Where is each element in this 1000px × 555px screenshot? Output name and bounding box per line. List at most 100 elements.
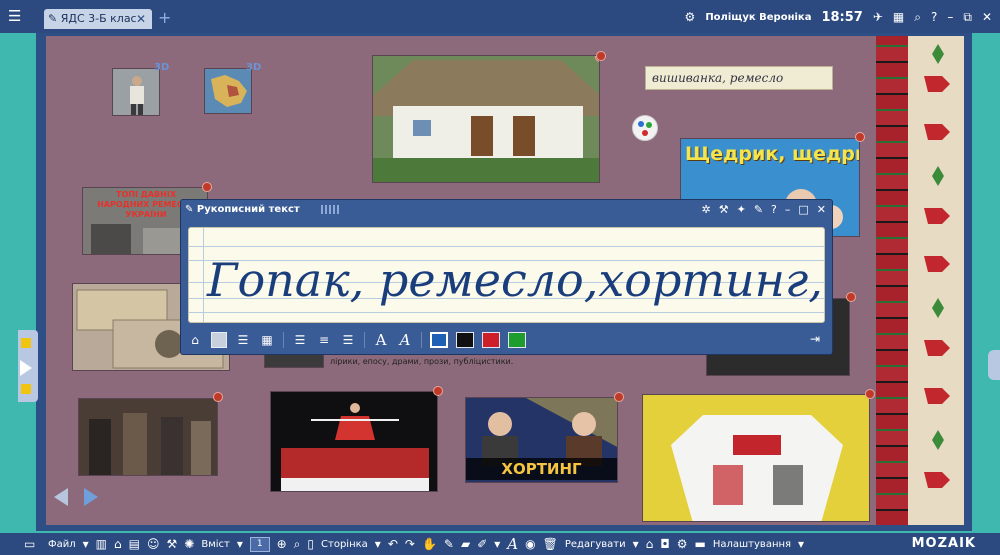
close-icon[interactable]: ✕: [136, 9, 146, 29]
settings-icon[interactable]: ⚙: [685, 10, 696, 24]
brush-icon[interactable]: ✐: [477, 537, 487, 551]
image-vyshyvanka[interactable]: [642, 394, 870, 522]
page-number[interactable]: 1: [249, 536, 270, 552]
display-icon[interactable]: ▬: [695, 537, 706, 551]
tag-text: вишиванка, ремесло: [652, 71, 784, 85]
close-icon[interactable]: ✕: [817, 202, 826, 218]
handwriting-window[interactable]: ✎ Рукописний текст ✲ ⚒ ✦ ✎ ? – □ ✕ Гопак…: [180, 199, 833, 355]
layout-icon[interactable]: ▥: [96, 537, 107, 551]
bottom-toolbar: ▭ Файл ▾ ▥ ⌂ ▤ ☺ ⚒ ✺ Вміст ▾ 1 ⊕ ⌕ ▯ Сто…: [0, 533, 1000, 555]
home-icon[interactable]: ⌂: [187, 332, 203, 348]
play-icon[interactable]: [855, 132, 865, 142]
image-cottage[interactable]: [372, 55, 600, 183]
image-mummers[interactable]: [78, 398, 218, 476]
help-icon[interactable]: ?: [931, 10, 937, 24]
redo-icon[interactable]: ↷: [405, 537, 415, 551]
palette-icon[interactable]: [632, 115, 658, 141]
blank-paper-icon[interactable]: [211, 332, 227, 348]
image-hopak-dance[interactable]: [270, 391, 438, 492]
minimize-icon[interactable]: –: [785, 202, 791, 218]
edit-menu[interactable]: Редагувати: [565, 539, 626, 550]
eraser-icon[interactable]: ▰: [461, 537, 470, 551]
pencil-icon: ✎: [48, 12, 58, 25]
hat-icon[interactable]: ⌂: [114, 537, 122, 551]
embroidery-border: [876, 36, 964, 525]
recognize-icon[interactable]: ✲: [702, 202, 711, 218]
grid-paper-icon[interactable]: ▦: [259, 332, 275, 348]
play-icon[interactable]: [846, 292, 856, 302]
maximize-icon[interactable]: □: [798, 202, 808, 218]
font-regular-icon[interactable]: A: [373, 332, 389, 348]
home-settings-icon[interactable]: ⌂: [646, 537, 654, 551]
hand-icon[interactable]: ✋: [422, 537, 437, 551]
thumb-3d-cossack[interactable]: [112, 68, 160, 116]
help-icon[interactable]: ?: [771, 202, 777, 218]
drag-handle[interactable]: [321, 205, 339, 214]
color-swatch-green[interactable]: [508, 332, 526, 348]
thumb-3d-map[interactable]: [204, 68, 252, 114]
content-menu[interactable]: Вміст: [201, 539, 230, 550]
restore-icon[interactable]: ⧉: [963, 10, 972, 25]
close-window-icon[interactable]: ✕: [982, 10, 992, 24]
dancers-image: [271, 392, 437, 491]
search-icon[interactable]: ⌕: [914, 10, 921, 25]
image-hortyng[interactable]: ХОРТИНГ: [465, 397, 618, 483]
tab-active[interactable]: ✎ ЯДС 3-Б клас ✕: [44, 9, 152, 29]
right-panel-handle[interactable]: [988, 350, 1000, 380]
play-icon[interactable]: [202, 182, 212, 192]
play-icon[interactable]: [433, 386, 443, 396]
camera-icon[interactable]: ◘: [660, 537, 670, 551]
undo-icon[interactable]: ↶: [388, 537, 398, 551]
add-page-icon[interactable]: ⊕: [277, 537, 287, 551]
dropdown-arrow-icon[interactable]: ▾: [237, 537, 243, 551]
play-icon[interactable]: [596, 51, 606, 61]
dropdown-arrow-icon[interactable]: ▾: [375, 537, 381, 551]
color-swatch-blue[interactable]: [430, 332, 448, 348]
trash-icon[interactable]: 🗑: [543, 537, 558, 551]
dropdown-arrow-icon[interactable]: ▾: [798, 537, 804, 551]
insert-to-board-icon[interactable]: ⇥: [806, 331, 824, 347]
gear-icon[interactable]: ⚙: [677, 537, 688, 551]
color-swatch-red[interactable]: [482, 332, 500, 348]
user-name[interactable]: Поліщук Вероніка: [705, 12, 811, 23]
record-icon[interactable]: ◉: [525, 537, 535, 551]
dropdown-arrow-icon[interactable]: ▾: [83, 537, 89, 551]
play-icon[interactable]: [614, 392, 624, 402]
color-swatch-black[interactable]: [456, 332, 474, 348]
play-icon[interactable]: [213, 392, 223, 402]
pen-icon[interactable]: ✎: [444, 537, 454, 551]
font-italic-icon[interactable]: A: [397, 332, 413, 348]
tools-icon[interactable]: ⚒: [719, 202, 729, 218]
pin-icon[interactable]: ✈: [873, 10, 883, 24]
tag-label-card[interactable]: вишиванка, ремесло: [645, 66, 833, 90]
next-page-arrow-icon[interactable]: [84, 488, 98, 506]
tools-icon[interactable]: ⚒: [167, 537, 178, 551]
left-panel-handle[interactable]: [18, 330, 38, 402]
page-menu[interactable]: Сторінка: [321, 539, 368, 550]
notes-icon[interactable]: ▤: [129, 537, 140, 551]
lined-paper-icon[interactable]: ☰: [235, 332, 251, 348]
align-center-icon[interactable]: ≡: [316, 332, 332, 348]
menu-icon[interactable]: ☰: [8, 8, 24, 24]
align-right-icon[interactable]: ☰: [340, 332, 356, 348]
file-menu[interactable]: Файл: [48, 539, 76, 550]
dropdown-arrow-icon[interactable]: ▾: [633, 537, 639, 551]
board-icon[interactable]: ▭: [24, 537, 35, 551]
text-tool-icon[interactable]: A: [507, 535, 518, 553]
zoom-icon[interactable]: ⌕: [294, 537, 301, 552]
bulb-icon[interactable]: ✺: [184, 537, 194, 551]
align-left-icon[interactable]: ☰: [292, 332, 308, 348]
edit-pen-icon[interactable]: ✎: [754, 202, 763, 218]
minimize-icon[interactable]: –: [947, 10, 953, 24]
magic-icon[interactable]: ✦: [737, 202, 746, 218]
play-icon[interactable]: [865, 389, 875, 399]
page-icon[interactable]: ▯: [307, 537, 314, 551]
add-tab-icon[interactable]: +: [158, 8, 171, 27]
settings-menu[interactable]: Налаштування: [713, 539, 791, 550]
writing-area[interactable]: Гопак, ремесло,хортинг,: [188, 227, 825, 323]
dropdown-arrow-icon[interactable]: ▾: [494, 537, 500, 551]
grid-icon[interactable]: ▦: [893, 10, 904, 24]
people-icon[interactable]: ☺: [147, 537, 160, 551]
image-literature-small[interactable]: [264, 354, 324, 368]
prev-page-arrow-icon[interactable]: [54, 488, 68, 506]
